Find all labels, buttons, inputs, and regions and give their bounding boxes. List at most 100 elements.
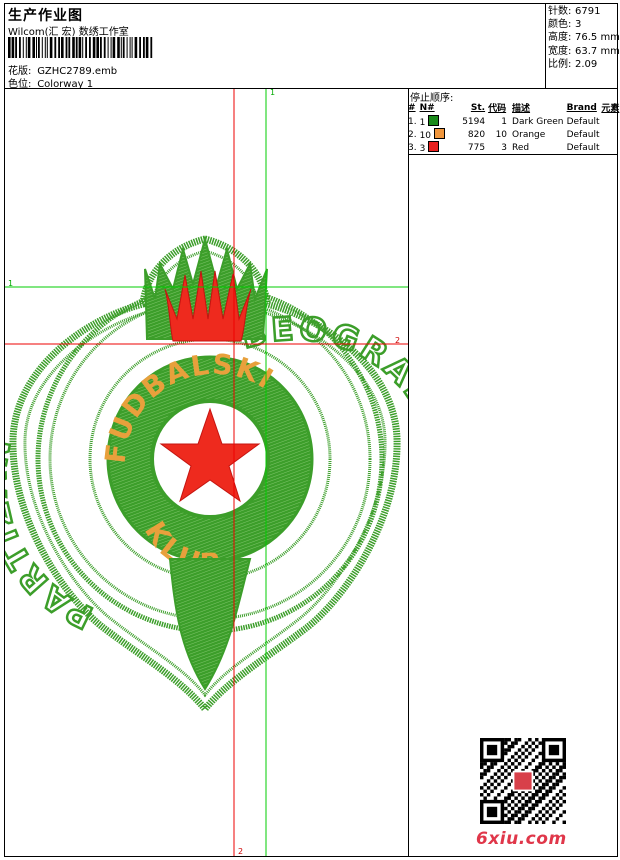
qr-module — [562, 775, 566, 780]
qr-module — [510, 813, 515, 818]
qr-module — [514, 796, 518, 800]
qr-module — [559, 768, 563, 773]
qr-module — [493, 762, 498, 766]
page-subtitle: Wilcom(汇 宏) 数绣工作室 — [8, 27, 129, 38]
stat-height: 高度: 76.5 mm — [548, 32, 620, 44]
qr-module — [480, 793, 484, 797]
qr-module — [545, 803, 549, 807]
qr-module — [548, 762, 553, 766]
qr-module — [521, 813, 525, 818]
qr-module — [531, 793, 536, 797]
qr-module — [538, 751, 542, 756]
qr-module — [490, 762, 494, 766]
col-element: 元素 — [601, 104, 620, 114]
qr-module — [500, 779, 505, 783]
qr-module — [507, 758, 511, 763]
qr-module — [552, 782, 556, 787]
barcode-bar — [122, 37, 125, 58]
qr-module — [555, 817, 560, 821]
qr-module — [514, 765, 518, 769]
qr-module — [504, 786, 508, 790]
qr-module — [517, 755, 522, 759]
barcode-bar — [145, 37, 149, 58]
qr-module — [552, 786, 556, 790]
qr-module — [538, 772, 542, 776]
qr-module — [507, 810, 511, 814]
qr-module — [528, 799, 532, 804]
barcode-bar — [54, 37, 57, 58]
col-stitches: St. — [470, 102, 486, 113]
col-desc: 描述 — [512, 104, 531, 114]
qr-module — [497, 793, 501, 797]
qr-module — [504, 751, 508, 756]
qr-module — [504, 741, 508, 745]
qr-module — [517, 817, 522, 821]
qr-module — [559, 779, 563, 783]
qr-module — [510, 817, 515, 821]
qr-module — [538, 799, 542, 804]
qr-module — [555, 768, 560, 773]
qr-module — [517, 806, 522, 811]
qr-module — [541, 768, 546, 773]
qr-module — [528, 796, 532, 800]
barcode-bar — [112, 37, 116, 58]
qr-module — [493, 796, 498, 800]
qr-module — [555, 772, 560, 776]
barcode-bar — [27, 37, 31, 58]
stat-scale: 比例: 2.09 — [548, 58, 598, 70]
emblem-left-text: PARTIZAN — [5, 431, 96, 638]
qr-module — [514, 820, 518, 824]
qr-module — [480, 762, 484, 766]
qr-module — [562, 786, 566, 790]
qr-module — [507, 744, 511, 749]
qr-module — [545, 817, 549, 821]
qr-module — [521, 758, 525, 763]
qr-module — [517, 762, 522, 766]
qr-module — [497, 768, 501, 773]
qr-module — [504, 738, 508, 742]
qr-module — [548, 786, 553, 790]
qr-module — [517, 799, 522, 804]
qr-module — [490, 789, 494, 794]
qr-module — [504, 799, 508, 804]
qr-module — [504, 762, 508, 766]
qr-module — [528, 751, 532, 756]
qr-module — [517, 793, 522, 797]
barcode-bar — [32, 37, 35, 58]
qr-module — [541, 782, 546, 787]
qr-module — [510, 799, 515, 804]
barcode-bar — [68, 37, 71, 58]
qr-module — [504, 775, 508, 780]
svg-text:PARTIZAN: PARTIZAN — [5, 432, 98, 636]
qr-module — [535, 765, 539, 769]
qr-module — [555, 782, 560, 787]
qr-module — [507, 782, 511, 787]
panel-divider-v — [408, 88, 409, 857]
qr-module — [507, 738, 511, 742]
color-swatch — [428, 141, 440, 152]
qr-module — [555, 793, 560, 797]
qr-finder-core — [548, 744, 560, 756]
qr-module — [514, 758, 518, 763]
qr-module — [559, 803, 563, 807]
table-header-row: # N# St. 代码 描述 Brand 元素 — [408, 101, 620, 115]
qr-module — [528, 738, 532, 742]
qr-module — [548, 779, 553, 783]
qr-module — [510, 806, 515, 811]
barcode-bar — [65, 37, 68, 58]
qr-module — [514, 803, 518, 807]
qr-module — [552, 810, 556, 814]
qr-module — [562, 793, 566, 797]
qr-module — [552, 772, 556, 776]
qr-module — [517, 738, 522, 742]
qr-module — [541, 806, 546, 811]
qr-module — [562, 810, 566, 814]
guide-label-green-h: 1 — [8, 279, 14, 288]
barcode-bar — [78, 37, 82, 58]
color-swatch — [428, 115, 440, 126]
col-n: N# — [419, 102, 435, 113]
qr-module — [486, 779, 491, 783]
barcode-bar — [103, 37, 106, 58]
qr-module — [480, 775, 484, 780]
qr-module — [559, 765, 563, 769]
